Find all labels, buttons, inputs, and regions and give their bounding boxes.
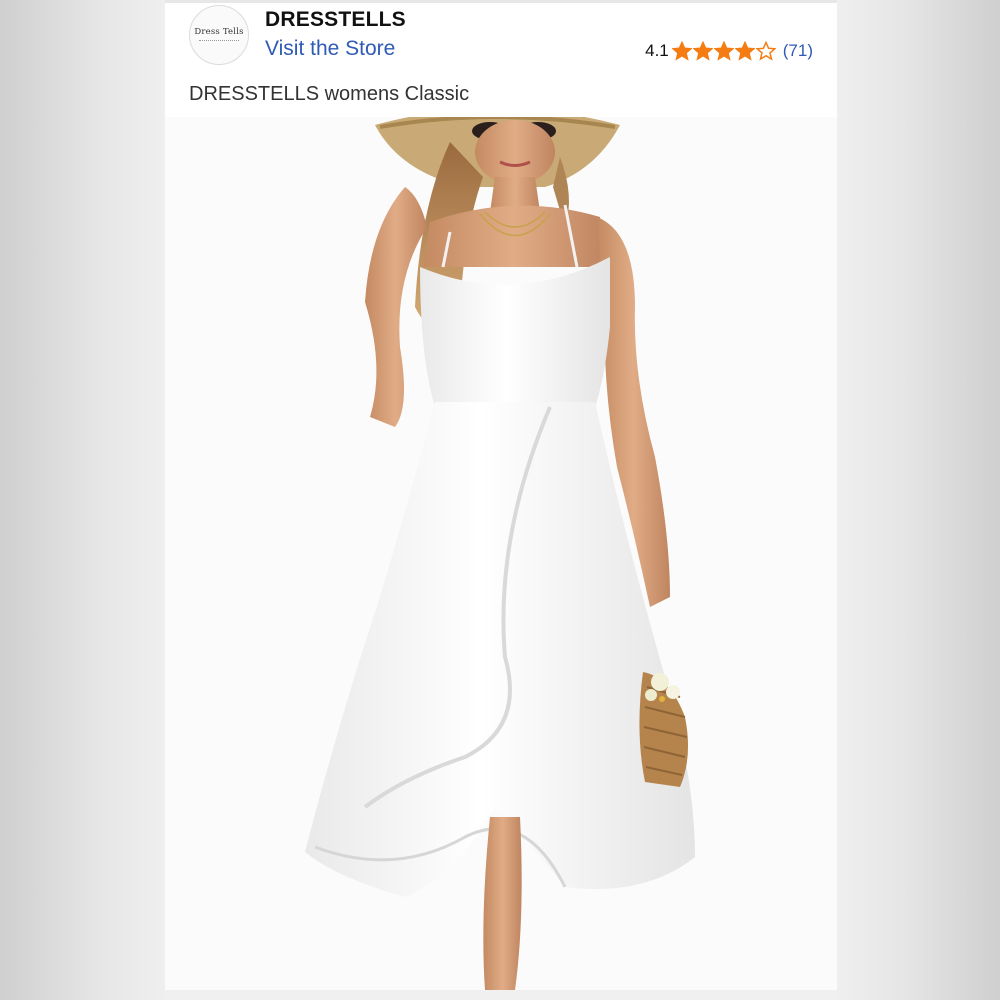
rating-value: 4.1	[645, 41, 669, 60]
brand-logo[interactable]: Dress Tells	[189, 5, 249, 65]
star-icon	[671, 41, 692, 61]
background-right	[837, 0, 1000, 1000]
product-card: Dress Tells DRESSTELLS Visit the Store 4…	[165, 0, 837, 1000]
star-icon	[713, 41, 734, 61]
background-left	[0, 0, 165, 1000]
product-header: Dress Tells DRESSTELLS Visit the Store 4…	[165, 0, 837, 117]
product-image	[165, 117, 837, 990]
divider	[165, 0, 837, 3]
brand-logo-tagline	[199, 40, 239, 43]
rating-summary[interactable]: 4.1 (71)	[645, 41, 813, 61]
star-icon	[734, 41, 755, 61]
divider	[165, 990, 837, 1000]
product-title: DRESSTELLS womens Classic	[189, 83, 470, 105]
star-icon	[755, 41, 776, 61]
dress-photo	[305, 117, 695, 990]
review-count-link[interactable]: (71)	[783, 41, 813, 61]
star-icon	[692, 41, 713, 61]
brand-logo-text: Dress Tells	[194, 27, 244, 37]
brand-name: DRESSTELLS	[265, 8, 406, 31]
visit-store-link[interactable]: Visit the Store	[265, 37, 395, 61]
star-rating	[671, 41, 777, 61]
